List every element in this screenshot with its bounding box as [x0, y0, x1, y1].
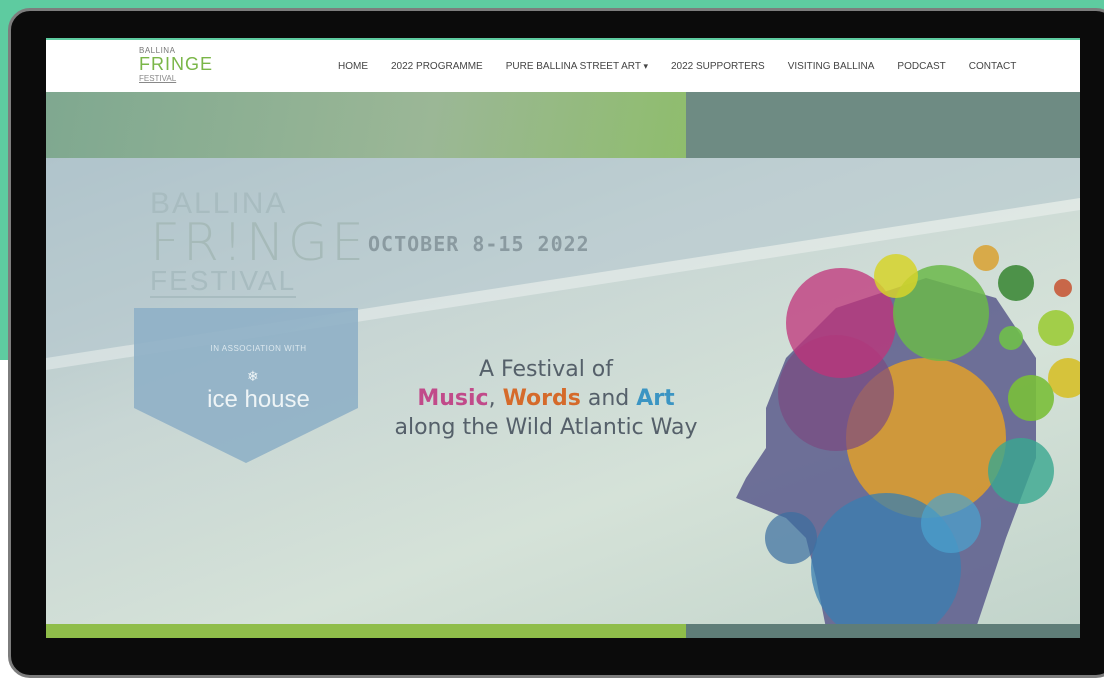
partner-logo-text: ice house: [207, 386, 310, 413]
hero-banner: BALLINA FR!NGE FESTIVAL OCTOBER 8-15 202…: [46, 158, 1080, 624]
tagline-music: Music: [417, 386, 489, 411]
nav-pure-ballina-street-art[interactable]: PURE BALLINA STREET ART: [506, 61, 648, 72]
hero-bottom-band: [46, 624, 1080, 638]
festival-dates: OCTOBER 8-15 2022: [368, 232, 590, 256]
logo-line-2: FRINGE: [139, 54, 214, 74]
nav-contact[interactable]: CONTACT: [969, 61, 1017, 72]
tagline-words: Words: [502, 386, 581, 411]
nav-2022-programme[interactable]: 2022 PROGRAMME: [391, 61, 483, 72]
nav-podcast[interactable]: PODCAST: [897, 61, 945, 72]
nav-home[interactable]: HOME: [338, 61, 368, 72]
tagline-line-2: Music, Words and Art: [366, 384, 726, 414]
main-nav: HOME 2022 PROGRAMME PURE BALLINA STREET …: [338, 61, 1039, 72]
browser-screen: BALLINA FRINGE FESTIVAL HOME 2022 PROGRA…: [46, 38, 1080, 638]
association-label: IN ASSOCIATION WITH: [210, 344, 307, 353]
tagline-art: Art: [636, 386, 675, 411]
site-logo[interactable]: BALLINA FRINGE FESTIVAL: [139, 46, 213, 83]
festival-brand: BALLINA FR!NGE FESTIVAL: [150, 188, 367, 298]
snowflake-icon: ❄: [247, 368, 259, 384]
nav-visiting-ballina[interactable]: VISITING BALLINA: [788, 61, 875, 72]
tagline-and: and: [587, 386, 630, 411]
hero-top-band: [46, 92, 1080, 158]
site-navbar: BALLINA FRINGE FESTIVAL HOME 2022 PROGRA…: [46, 38, 1080, 92]
nav-2022-supporters[interactable]: 2022 SUPPORTERS: [671, 61, 765, 72]
tagline-comma: ,: [488, 386, 496, 411]
hero-tagline: A Festival of Music, Words and Art along…: [366, 356, 726, 442]
tagline-line-1: A Festival of: [478, 357, 614, 382]
brand-line-3: FESTIVAL: [150, 265, 297, 298]
logo-line-3: FESTIVAL: [139, 74, 177, 83]
tagline-line-3: along the Wild Atlantic Way: [394, 415, 698, 440]
brand-line-2: FR!NGE: [150, 213, 367, 273]
